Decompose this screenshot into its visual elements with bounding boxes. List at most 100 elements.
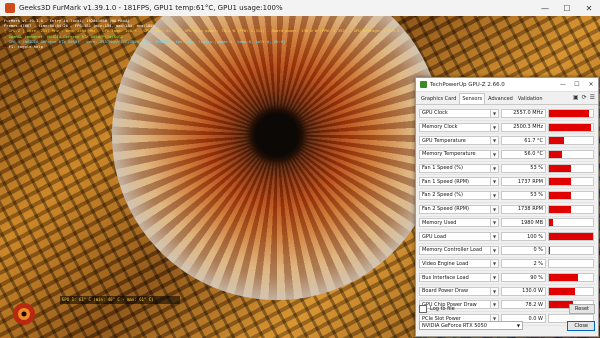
gpuz-app-icon <box>420 81 427 88</box>
chevron-down-icon[interactable]: ▼ <box>491 136 499 146</box>
sensor-row: Fan 1 Speed (RPM) ▼ 1737 RPM <box>419 175 595 190</box>
sensor-label[interactable]: Video Engine Load <box>419 259 491 269</box>
sensor-value: 100 % <box>501 232 546 242</box>
menu-icon[interactable]: ☰ <box>590 94 595 101</box>
gpuz-titlebar: TechPowerUp GPU-Z 2.66.0 — ☐ ✕ <box>416 78 598 92</box>
sensor-row: Memory Temperature ▼ 56.0 °C <box>419 148 595 162</box>
hud-line: - F1: toggle help <box>4 44 43 50</box>
sensor-row: Fan 1 Speed (%) ▼ 53 % <box>419 162 595 176</box>
sensor-label[interactable]: Memory Temperature <box>419 149 491 159</box>
chevron-down-icon[interactable]: ▼ <box>491 149 499 159</box>
sensor-value: 90 % <box>501 273 546 283</box>
window-titlebar: Geeks3D FurMark v1.39.1.0 - 181FPS, GPU1… <box>0 0 600 17</box>
sensor-graph <box>548 108 594 118</box>
sensor-graph <box>548 218 594 228</box>
gpuz-tab-bar: Graphics Card Sensors Advanced Validatio… <box>416 92 598 105</box>
sensor-label[interactable]: Memory Clock <box>419 122 491 132</box>
gpuz-minimize-icon[interactable]: — <box>556 81 570 88</box>
sensor-graph-fill <box>549 246 551 254</box>
sensor-graph-fill <box>549 191 571 199</box>
tab-graphics-card[interactable]: Graphics Card <box>419 94 458 104</box>
sensor-label[interactable]: Fan 2 Speed (%) <box>419 190 491 200</box>
chevron-down-icon[interactable]: ▼ <box>491 163 499 173</box>
chevron-down-icon[interactable]: ▼ <box>491 177 499 187</box>
chevron-down-icon[interactable]: ▼ <box>491 190 499 200</box>
sensor-value: 53 % <box>501 190 546 200</box>
sensor-graph-fill <box>549 233 593 241</box>
sensor-graph-fill <box>549 178 571 186</box>
sensor-graph <box>548 163 594 173</box>
reset-button[interactable]: Reset <box>569 304 595 314</box>
tab-sensors[interactable]: Sensors <box>459 93 486 104</box>
chevron-down-icon[interactable]: ▼ <box>491 232 499 242</box>
sensor-label[interactable]: Fan 1 Speed (RPM) <box>419 177 491 187</box>
sensor-row: Memory Controller Load ▼ 0 % <box>419 244 595 258</box>
gpuz-close-icon[interactable]: ✕ <box>584 81 598 88</box>
sensor-label[interactable]: Fan 1 Speed (%) <box>419 163 491 173</box>
maximize-icon[interactable]: ☐ <box>556 0 578 16</box>
sensor-graph-fill <box>549 109 590 117</box>
minimize-icon[interactable]: — <box>534 0 556 16</box>
close-button[interactable]: Close <box>567 320 595 331</box>
sensor-graph-fill <box>549 137 565 145</box>
sensor-graph <box>548 177 594 187</box>
sensor-value: 130.0 W <box>501 286 546 296</box>
fur-eye-render <box>112 16 442 300</box>
sensor-graph-fill <box>549 123 591 131</box>
chevron-down-icon[interactable]: ▼ <box>491 259 499 269</box>
sensor-row: Memory Used ▼ 1980 MB <box>419 217 595 231</box>
sensor-row: GPU Clock ▼ 2557.0 MHz <box>419 107 595 121</box>
sensor-value: 1737 RPM <box>501 177 546 187</box>
furmark-logo <box>13 303 35 325</box>
sensor-row: Bus Interface Load ▼ 90 % <box>419 271 595 285</box>
sensor-label[interactable]: GPU Clock <box>419 108 491 118</box>
tab-validation[interactable]: Validation <box>516 94 545 104</box>
sensor-graph <box>548 286 594 296</box>
sensor-label[interactable]: Memory Used <box>419 218 491 228</box>
chevron-down-icon[interactable]: ▼ <box>491 108 499 118</box>
sensor-row: GPU Temperature ▼ 61.7 °C <box>419 134 595 149</box>
sensor-label[interactable]: Fan 2 Speed (RPM) <box>419 204 491 214</box>
sensor-value: 2557.0 MHz <box>501 108 546 118</box>
sensor-graph <box>548 190 594 200</box>
chevron-down-icon[interactable]: ▼ <box>491 273 499 283</box>
sensor-label[interactable]: Board Power Draw <box>419 286 491 296</box>
sensor-value: 1738 RPM <box>501 204 546 214</box>
gpuz-title: TechPowerUp GPU-Z 2.66.0 <box>430 81 505 88</box>
window-title: Geeks3D FurMark v1.39.1.0 - 181FPS, GPU1… <box>19 4 283 12</box>
furmark-hud: FurMark v1.39.1.0 - Entry in local, 1920… <box>4 18 404 49</box>
log-to-file-label: Log to file <box>430 306 455 312</box>
sensor-graph-fill <box>549 219 553 227</box>
gpuz-maximize-icon[interactable]: ☐ <box>570 81 584 88</box>
sensor-label[interactable]: Memory Controller Load <box>419 245 491 255</box>
sensor-graph-fill <box>549 205 571 213</box>
sensor-graph <box>548 273 594 283</box>
log-to-file-checkbox[interactable] <box>419 305 427 313</box>
sensor-value: 61.7 °C <box>501 136 546 146</box>
sensor-graph <box>548 232 594 242</box>
chevron-down-icon[interactable]: ▼ <box>491 245 499 255</box>
sensor-label[interactable]: GPU Temperature <box>419 136 491 146</box>
sensor-graph-fill <box>549 287 576 295</box>
close-icon[interactable]: ✕ <box>578 0 600 16</box>
tab-advanced[interactable]: Advanced <box>486 94 515 104</box>
chevron-down-icon[interactable]: ▼ <box>491 286 499 296</box>
gpu-select-dropdown[interactable]: NVIDIA GeForce RTX 5050 ▼ <box>419 321 523 330</box>
sensor-label[interactable]: Bus Interface Load <box>419 273 491 283</box>
sensor-value: 2 % <box>501 259 546 269</box>
camera-icon[interactable]: ▣ <box>573 94 579 101</box>
gpu-temp-readout: GPU 1: 61° C (min: 40° C - max: 61° C) <box>62 297 154 302</box>
sensor-graph-fill <box>549 164 571 172</box>
chevron-down-icon: ▼ <box>516 323 520 328</box>
sensor-value: 0 % <box>501 245 546 255</box>
sensor-row: Board Power Draw ▼ 130.0 W <box>419 285 595 299</box>
sensor-graph <box>548 245 594 255</box>
sensor-value: 53 % <box>501 163 546 173</box>
chevron-down-icon[interactable]: ▼ <box>491 218 499 228</box>
refresh-icon[interactable]: ⟳ <box>582 94 587 101</box>
chevron-down-icon[interactable]: ▼ <box>491 122 499 132</box>
chevron-down-icon[interactable]: ▼ <box>491 204 499 214</box>
sensor-label[interactable]: GPU Load <box>419 232 491 242</box>
sensor-graph <box>548 149 594 159</box>
sensor-row: Fan 2 Speed (RPM) ▼ 1738 RPM <box>419 203 595 217</box>
